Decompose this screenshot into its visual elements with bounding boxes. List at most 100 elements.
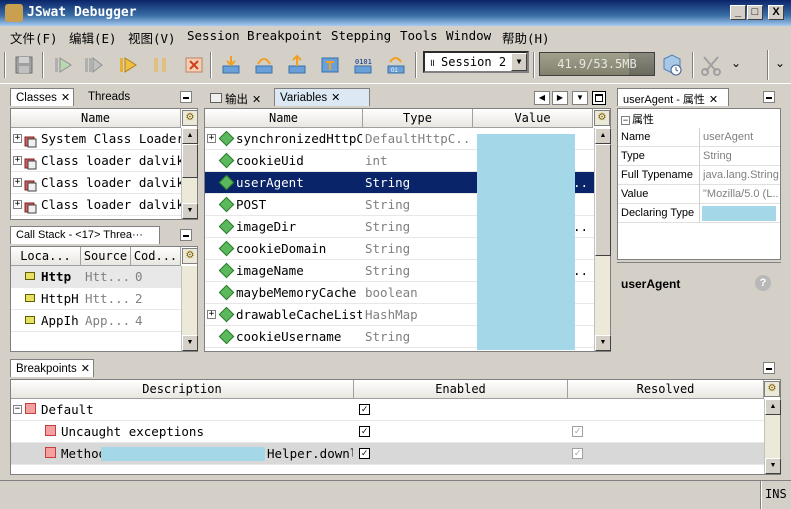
tab-list-icon[interactable]: ▼ [572, 91, 588, 105]
close-icon[interactable]: ✕ [331, 92, 340, 104]
expand-icon[interactable]: + [207, 310, 216, 319]
close-icon[interactable]: ✕ [709, 94, 718, 106]
menu-help[interactable]: 帮助(H) [502, 28, 550, 47]
tab-breakpoints[interactable]: Breakpoints ✕ [10, 359, 94, 377]
cut-icon[interactable] [698, 52, 724, 78]
resume-icon[interactable] [50, 52, 76, 78]
close-icon[interactable]: ✕ [252, 94, 261, 106]
scroll-thumb[interactable] [595, 144, 611, 256]
session-combo[interactable]: ॥ Session 2 ▼ [423, 51, 529, 73]
column-header-type[interactable]: Type [363, 109, 473, 128]
menu-session[interactable]: Session [187, 28, 240, 43]
expand-icon[interactable]: + [13, 200, 22, 209]
tab-classes[interactable]: Classes ✕ [10, 88, 74, 106]
breakpoint-row[interactable]: − Default ✓ [11, 399, 764, 421]
variables-scrollbar[interactable]: ▲ ▼ [594, 128, 611, 351]
scroll-up-icon[interactable]: ▲ [595, 128, 611, 144]
column-header-description[interactable]: Description [11, 380, 354, 399]
stack-frame-row[interactable]: Http Htt... 0 [11, 266, 181, 288]
column-header-resolved[interactable]: Resolved [568, 380, 764, 399]
minimize-panel-icon[interactable] [763, 91, 775, 103]
step-over-icon[interactable] [251, 52, 277, 78]
tab-call-stack[interactable]: Call Stack - <17> Threa··· [10, 226, 160, 244]
menu-view[interactable]: 视图(V) [128, 28, 176, 47]
property-row[interactable]: Name userAgent [618, 128, 780, 147]
menu-stepping[interactable]: Stepping [331, 28, 391, 43]
tab-threads[interactable]: Threads [82, 88, 137, 106]
tab-output[interactable]: 输出 ✕ [204, 88, 272, 106]
menu-breakpoint[interactable]: Breakpoint [247, 28, 322, 43]
step-into-icon[interactable] [218, 52, 244, 78]
tab-properties[interactable]: userAgent - 属性 ✕ [617, 88, 729, 106]
column-settings-icon[interactable]: ⚙ [182, 110, 198, 126]
minimize-panel-icon[interactable] [180, 229, 192, 241]
tab-variables[interactable]: Variables ✕ [274, 88, 370, 106]
property-group[interactable]: − 属性 [618, 109, 780, 128]
menu-tools[interactable]: Tools [400, 28, 438, 43]
expand-icon[interactable]: + [13, 178, 22, 187]
column-header-source[interactable]: Source [81, 247, 131, 266]
scroll-down-icon[interactable]: ▼ [182, 203, 198, 219]
save-session-icon[interactable] [11, 52, 37, 78]
classes-scrollbar[interactable]: ▲ ▼ [181, 128, 198, 219]
toolbar-overflow-icon[interactable]: ⌄ [731, 56, 741, 70]
step-out-icon[interactable] [284, 52, 310, 78]
enabled-checkbox[interactable]: ✓ [359, 448, 370, 459]
scroll-down-icon[interactable]: ▼ [182, 335, 198, 351]
menu-file[interactable]: 文件(F) [10, 28, 58, 47]
class-loader-row[interactable]: + Class loader dalvik. [11, 194, 181, 216]
pause-icon[interactable] [147, 52, 173, 78]
scroll-up-icon[interactable]: ▲ [765, 399, 781, 415]
expand-icon[interactable]: + [13, 156, 22, 165]
help-icon[interactable]: ? [755, 275, 771, 291]
close-icon[interactable]: ✕ [61, 92, 70, 104]
column-header-location[interactable]: Loca... [11, 247, 81, 266]
close-icon[interactable]: ✕ [81, 363, 90, 375]
class-loader-row[interactable]: + Class loader dalvik. [11, 172, 181, 194]
property-row[interactable]: Value "Mozilla/5.0 (L... [618, 185, 780, 204]
toolbar-chevron-icon[interactable]: ⌄ [775, 56, 785, 70]
scroll-down-icon[interactable]: ▼ [765, 458, 781, 474]
close-button[interactable]: X [768, 5, 784, 20]
step-back-icon[interactable]: 01 [383, 52, 409, 78]
menu-window[interactable]: Window [446, 28, 491, 43]
enabled-checkbox[interactable]: ✓ [359, 404, 370, 415]
property-row[interactable]: Declaring Type [618, 204, 780, 223]
column-settings-icon[interactable]: ⚙ [594, 110, 610, 126]
column-header-code[interactable]: Cod... [131, 247, 181, 266]
class-loader-row[interactable]: + System Class Loader [11, 128, 181, 150]
menu-edit[interactable]: 编辑(E) [69, 28, 117, 47]
run-to-cursor-icon[interactable] [80, 52, 106, 78]
scroll-down-icon[interactable]: ▼ [595, 335, 611, 351]
column-settings-icon[interactable]: ⚙ [764, 381, 780, 397]
column-header-enabled[interactable]: Enabled [354, 380, 568, 399]
enabled-checkbox[interactable]: ✓ [359, 426, 370, 437]
breakpoints-scrollbar[interactable]: ▲ ▼ [764, 399, 781, 474]
collapse-icon[interactable]: − [13, 405, 22, 414]
column-header-value[interactable]: Value [473, 109, 593, 128]
maximize-panel-icon[interactable] [592, 91, 606, 105]
stack-frame-row[interactable]: AppIh App... 4 [11, 310, 181, 332]
column-header-name[interactable]: Name [205, 109, 363, 128]
continue-icon[interactable] [115, 52, 141, 78]
breakpoint-row[interactable]: Method Helper.downl ✓ ✓ [11, 443, 764, 465]
tab-scroll-left-icon[interactable]: ◀ [534, 91, 550, 105]
step-instruction-icon[interactable] [317, 52, 343, 78]
maximize-button[interactable]: □ [747, 5, 763, 20]
column-header-name[interactable]: Name [11, 109, 181, 128]
breakpoint-row[interactable]: Uncaught exceptions ✓ ✓ [11, 421, 764, 443]
memory-indicator[interactable]: 41.9/53.5MB [539, 52, 655, 76]
column-settings-icon[interactable]: ⚙ [182, 248, 198, 264]
scroll-up-icon[interactable]: ▲ [182, 128, 198, 144]
garbage-collect-icon[interactable] [659, 52, 685, 78]
minimize-button[interactable]: _ [730, 5, 746, 20]
tab-scroll-right-icon[interactable]: ▶ [552, 91, 568, 105]
expand-icon[interactable]: + [13, 134, 22, 143]
step-binary-icon[interactable]: 0101 [350, 52, 376, 78]
scroll-thumb[interactable] [182, 144, 198, 178]
minimize-panel-icon[interactable] [180, 91, 192, 103]
property-row[interactable]: Full Typename java.lang.String [618, 166, 780, 185]
property-row[interactable]: Type String [618, 147, 780, 166]
collapse-icon[interactable]: − [621, 116, 630, 125]
class-loader-row[interactable]: + Class loader dalvik. [11, 150, 181, 172]
